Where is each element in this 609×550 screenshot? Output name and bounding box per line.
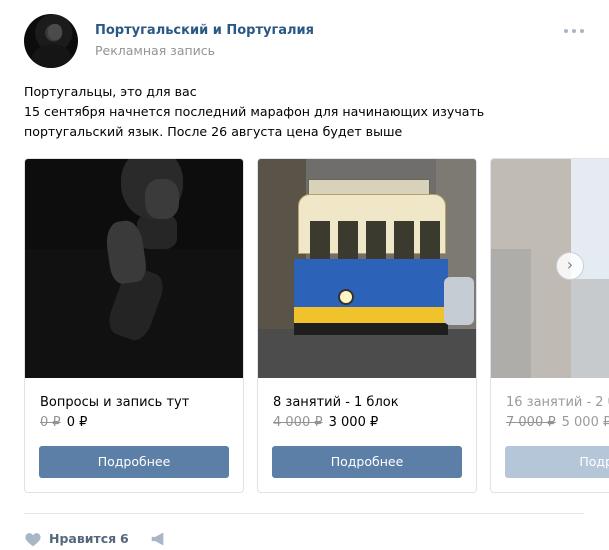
product-photo[interactable]	[491, 159, 609, 378]
like-button-label[interactable]: Нравится	[49, 531, 116, 546]
details-button[interactable]: Подро	[505, 446, 609, 478]
like-count: 6	[120, 531, 129, 546]
product-carousel: Вопросы и запись тут 0 ₽ 0 ₽ Подробнее 8 …	[24, 158, 609, 493]
post-text-line: португальский язык. После 26 августа цен…	[24, 124, 403, 139]
group-avatar[interactable]	[24, 14, 78, 68]
details-button[interactable]: Подробнее	[272, 446, 462, 478]
product-card[interactable]: 8 занятий - 1 блок 4 000 ₽ 3 000 ₽ Подроб…	[257, 158, 477, 493]
megaphone-icon[interactable]	[150, 531, 168, 547]
product-title: 8 занятий - 1 блок	[273, 395, 399, 410]
price: 0 ₽	[66, 415, 88, 430]
price: 3 000 ₽	[328, 415, 379, 430]
product-prices: 0 ₽ 0 ₽	[40, 415, 87, 430]
post-text-line: 15 сентября начнется последний марафон д…	[24, 104, 485, 119]
ad-post: Португальский и Португалия Рекламная зап…	[0, 0, 609, 550]
product-prices: 4 000 ₽ 3 000 ₽	[273, 415, 378, 430]
ad-label: Рекламная запись	[95, 43, 216, 58]
more-icon[interactable]	[563, 27, 585, 35]
price: 5 000 ₽	[561, 415, 609, 430]
heart-icon[interactable]	[24, 531, 42, 547]
post-text: Португальцы, это для вас 15 сентября нач…	[24, 82, 599, 142]
product-title: Вопросы и запись тут	[40, 395, 190, 410]
product-prices: 7 000 ₽ 5 000 ₽	[506, 415, 609, 430]
old-price: 0 ₽	[40, 415, 61, 430]
post-text-line: Португальцы, это для вас	[24, 84, 197, 99]
old-price: 7 000 ₽	[506, 415, 556, 430]
chevron-right-icon[interactable]: ›	[556, 252, 584, 280]
product-card[interactable]: 16 занятий - 2 б 7 000 ₽ 5 000 ₽ Подро	[490, 158, 609, 493]
product-title: 16 занятий - 2 б	[506, 395, 609, 410]
product-photo[interactable]	[25, 159, 243, 378]
product-photo[interactable]	[258, 159, 476, 378]
divider	[24, 513, 584, 514]
old-price: 4 000 ₽	[273, 415, 323, 430]
details-button[interactable]: Подробнее	[39, 446, 229, 478]
product-card[interactable]: Вопросы и запись тут 0 ₽ 0 ₽ Подробнее	[24, 158, 244, 493]
group-name-link[interactable]: Португальский и Португалия	[95, 23, 314, 38]
